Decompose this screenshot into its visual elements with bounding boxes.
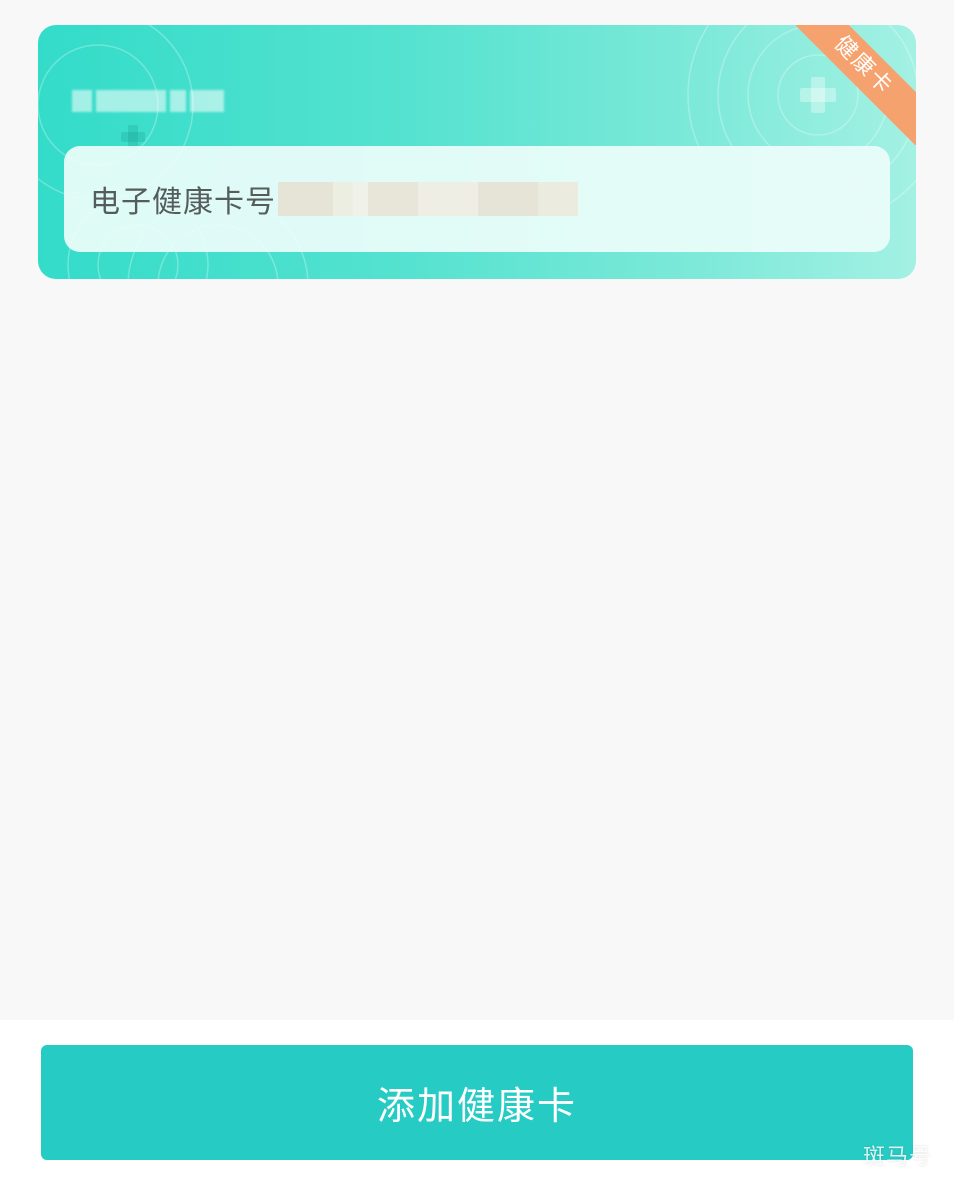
ribbon-label: 健康卡 [796,25,916,145]
bottom-action-bar: 添加健康卡 斑马号 [0,1020,954,1185]
watermark: 斑马号 [862,1145,932,1170]
add-health-card-button[interactable]: 添加健康卡 [41,1045,913,1160]
masked-segment [96,90,166,112]
card-number-label: 电子健康卡号 [90,185,276,220]
health-card[interactable]: 健康卡 电子健康卡号 [38,25,916,279]
card-holder-name-masked [72,83,252,119]
masked-segment [170,90,186,112]
card-ribbon: 健康卡 [796,25,916,145]
card-number-panel: 电子健康卡号 [64,146,890,252]
masked-number [278,182,578,216]
masked-segment [190,90,224,112]
masked-segment [72,90,92,112]
card-number-masked [278,179,578,219]
